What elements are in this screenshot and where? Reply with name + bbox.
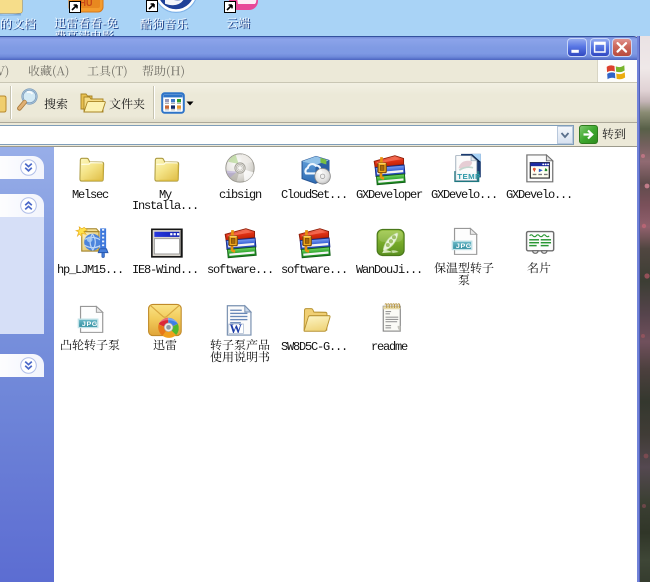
svg-text:TEMP: TEMP <box>457 173 480 181</box>
svg-text:HU: HU <box>80 0 93 8</box>
svg-text:W: W <box>229 322 242 336</box>
svg-text:JPG: JPG <box>456 243 472 250</box>
svg-text:JPG: JPG <box>82 321 98 328</box>
